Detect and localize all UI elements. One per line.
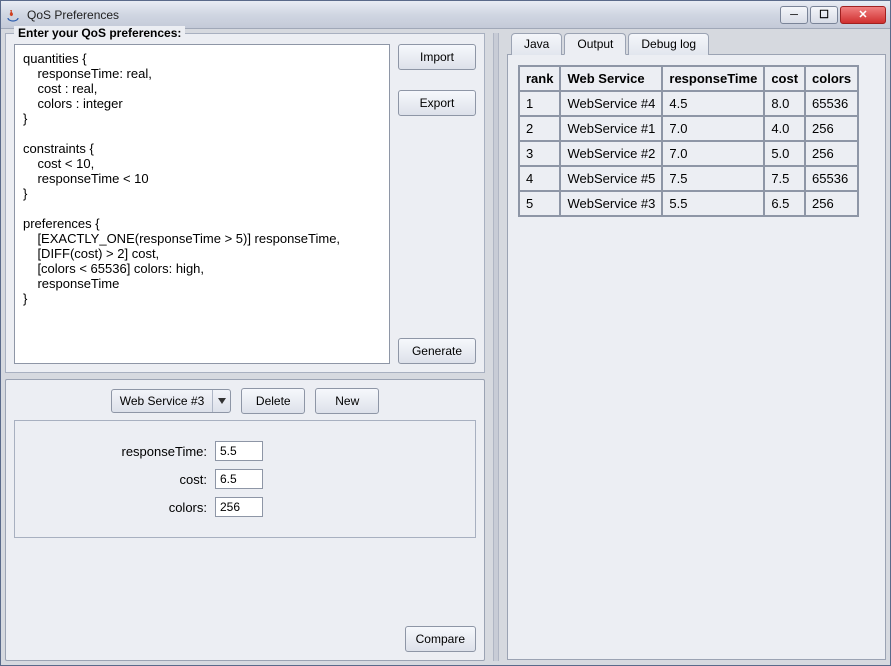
output-tbody: 1 WebService #4 4.5 8.0 65536 2 WebServi…	[519, 91, 858, 216]
window-title: QoS Preferences	[27, 8, 780, 22]
cell-rt: 5.5	[662, 191, 764, 216]
cell-rt: 7.0	[662, 116, 764, 141]
responsetime-row: responseTime:	[27, 441, 463, 461]
cell-cost: 5.0	[764, 141, 805, 166]
cell-cost: 6.5	[764, 191, 805, 216]
cell-rank: 1	[519, 91, 560, 116]
delete-button[interactable]: Delete	[241, 388, 305, 414]
cell-colors: 256	[805, 116, 858, 141]
left-pane: Enter your QoS preferences: Import Expor…	[5, 33, 485, 661]
tab-bar: Java Output Debug log	[507, 33, 886, 55]
header-webservice: Web Service	[560, 66, 662, 91]
tab-content: rank Web Service responseTime cost color…	[507, 54, 886, 660]
colors-input[interactable]	[215, 497, 263, 517]
table-row: 2 WebService #1 7.0 4.0 256	[519, 116, 858, 141]
cell-rank: 2	[519, 116, 560, 141]
table-row: 3 WebService #2 7.0 5.0 256	[519, 141, 858, 166]
cell-colors: 65536	[805, 91, 858, 116]
cell-ws: WebService #4	[560, 91, 662, 116]
cost-input[interactable]	[215, 469, 263, 489]
table-row: 1 WebService #4 4.5 8.0 65536	[519, 91, 858, 116]
preferences-buttons: Import Export Generate	[398, 44, 476, 364]
cell-colors: 256	[805, 141, 858, 166]
colors-row: colors:	[27, 497, 463, 517]
cell-rank: 3	[519, 141, 560, 166]
cell-colors: 65536	[805, 166, 858, 191]
responsetime-input[interactable]	[215, 441, 263, 461]
tab-java[interactable]: Java	[511, 33, 562, 55]
preferences-textarea[interactable]	[14, 44, 390, 364]
generate-button[interactable]: Generate	[398, 338, 476, 364]
cell-cost: 8.0	[764, 91, 805, 116]
cell-cost: 7.5	[764, 166, 805, 191]
cell-rank: 5	[519, 191, 560, 216]
webservice-select-value: Web Service #3	[112, 394, 213, 408]
preferences-group: Enter your QoS preferences: Import Expor…	[5, 33, 485, 373]
webservice-toolbar: Web Service #3 Delete New	[14, 388, 476, 414]
cost-row: cost:	[27, 469, 463, 489]
cell-ws: WebService #5	[560, 166, 662, 191]
right-pane: Java Output Debug log rank Web Service r…	[507, 33, 886, 661]
table-header-row: rank Web Service responseTime cost color…	[519, 66, 858, 91]
app-window: QoS Preferences ─ ☐ ✕ Enter your QoS pre…	[0, 0, 891, 666]
cell-ws: WebService #3	[560, 191, 662, 216]
close-button[interactable]: ✕	[840, 6, 886, 24]
webservice-form: responseTime: cost: colors:	[14, 420, 476, 538]
export-button[interactable]: Export	[398, 90, 476, 116]
cell-rank: 4	[519, 166, 560, 191]
import-button[interactable]: Import	[398, 44, 476, 70]
header-responsetime: responseTime	[662, 66, 764, 91]
content-area: Enter your QoS preferences: Import Expor…	[1, 29, 890, 665]
preferences-legend: Enter your QoS preferences:	[14, 26, 185, 40]
new-button[interactable]: New	[315, 388, 379, 414]
titlebar: QoS Preferences ─ ☐ ✕	[1, 1, 890, 29]
header-cost: cost	[764, 66, 805, 91]
minimize-button[interactable]: ─	[780, 6, 808, 24]
cell-rt: 4.5	[662, 91, 764, 116]
java-icon	[5, 7, 21, 23]
cell-colors: 256	[805, 191, 858, 216]
compare-row: Compare	[14, 616, 476, 652]
webservice-select[interactable]: Web Service #3	[111, 389, 232, 413]
header-colors: colors	[805, 66, 858, 91]
colors-label: colors:	[27, 500, 207, 515]
header-rank: rank	[519, 66, 560, 91]
webservice-panel: Web Service #3 Delete New responseTime:	[5, 379, 485, 661]
table-row: 4 WebService #5 7.5 7.5 65536	[519, 166, 858, 191]
window-controls: ─ ☐ ✕	[780, 6, 886, 24]
output-table: rank Web Service responseTime cost color…	[518, 65, 859, 217]
split-handle[interactable]	[493, 33, 499, 661]
cost-label: cost:	[27, 472, 207, 487]
cell-rt: 7.5	[662, 166, 764, 191]
cell-ws: WebService #2	[560, 141, 662, 166]
maximize-button[interactable]: ☐	[810, 6, 838, 24]
tab-output[interactable]: Output	[564, 33, 626, 55]
chevron-down-icon	[212, 390, 230, 412]
tab-debug-log[interactable]: Debug log	[628, 33, 709, 55]
cell-rt: 7.0	[662, 141, 764, 166]
main-splitter: Enter your QoS preferences: Import Expor…	[5, 33, 886, 661]
responsetime-label: responseTime:	[27, 444, 207, 459]
cell-cost: 4.0	[764, 116, 805, 141]
compare-button[interactable]: Compare	[405, 626, 476, 652]
cell-ws: WebService #1	[560, 116, 662, 141]
table-row: 5 WebService #3 5.5 6.5 256	[519, 191, 858, 216]
